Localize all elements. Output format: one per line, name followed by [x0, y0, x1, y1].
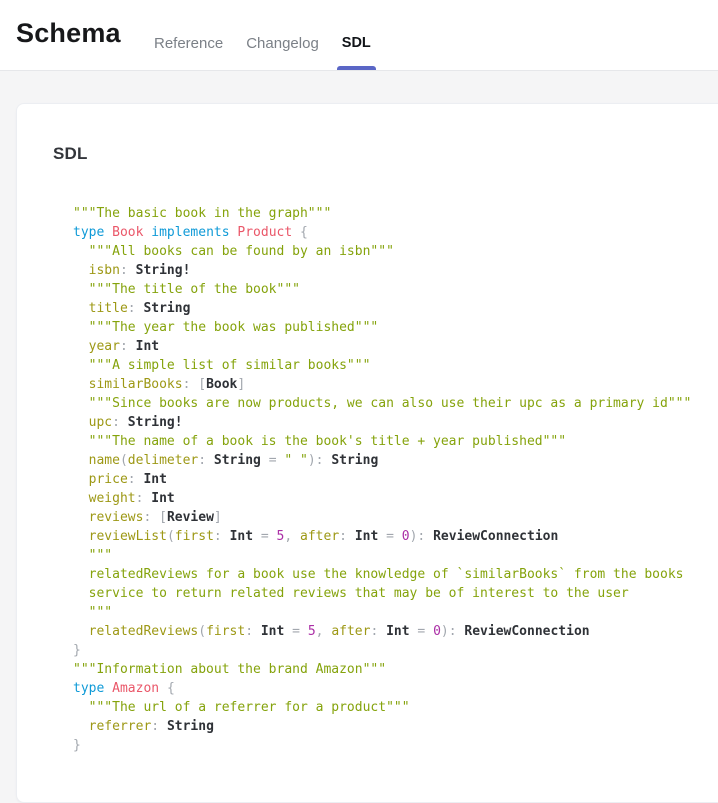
code-line: reviewList(first: Int = 5, after: Int = … [73, 527, 718, 546]
code-line: """Information about the brand Amazon""" [73, 660, 718, 679]
code-line: """ [73, 546, 718, 565]
code-line: """Since books are now products, we can … [73, 394, 718, 413]
app-root: Schema Reference Changelog SDL SDL """Th… [0, 0, 718, 803]
tab-reference[interactable]: Reference [154, 0, 223, 70]
code-line: name(delimeter: String = " "): String [73, 451, 718, 470]
sdl-card: SDL """The basic book in the graph"""typ… [16, 103, 718, 803]
code-line: weight: Int [73, 489, 718, 508]
page-title: Schema [16, 18, 121, 49]
code-line: """All books can be found by an isbn""" [73, 242, 718, 261]
code-line: referrer: String [73, 717, 718, 736]
code-line: reviews: [Review] [73, 508, 718, 527]
code-line: """The url of a referrer for a product""… [73, 698, 718, 717]
code-line: } [73, 641, 718, 660]
code-line: """A simple list of similar books""" [73, 356, 718, 375]
code-line: isbn: String! [73, 261, 718, 280]
code-line: type Amazon { [73, 679, 718, 698]
code-line: type Book implements Product { [73, 223, 718, 242]
code-line: price: Int [73, 470, 718, 489]
code-line: similarBooks: [Book] [73, 375, 718, 394]
code-line: relatedReviews(first: Int = 5, after: In… [73, 622, 718, 641]
sdl-code: """The basic book in the graph"""type Bo… [53, 204, 718, 755]
tab-sdl[interactable]: SDL [342, 0, 371, 70]
code-line: } [73, 736, 718, 755]
code-line: year: Int [73, 337, 718, 356]
code-line: """The basic book in the graph""" [73, 204, 718, 223]
code-line: service to return related reviews that m… [73, 584, 718, 603]
tab-bar: Reference Changelog SDL [154, 0, 371, 70]
code-line: """The name of a book is the book's titl… [73, 432, 718, 451]
code-line: """The year the book was published""" [73, 318, 718, 337]
code-line: relatedReviews for a book use the knowle… [73, 565, 718, 584]
sdl-heading: SDL [53, 144, 718, 164]
tab-changelog[interactable]: Changelog [246, 0, 319, 70]
content-area: SDL """The basic book in the graph"""typ… [0, 71, 718, 803]
page-header: Schema Reference Changelog SDL [0, 0, 718, 71]
code-line: """The title of the book""" [73, 280, 718, 299]
code-line: """ [73, 603, 718, 622]
code-line: upc: String! [73, 413, 718, 432]
code-line: title: String [73, 299, 718, 318]
